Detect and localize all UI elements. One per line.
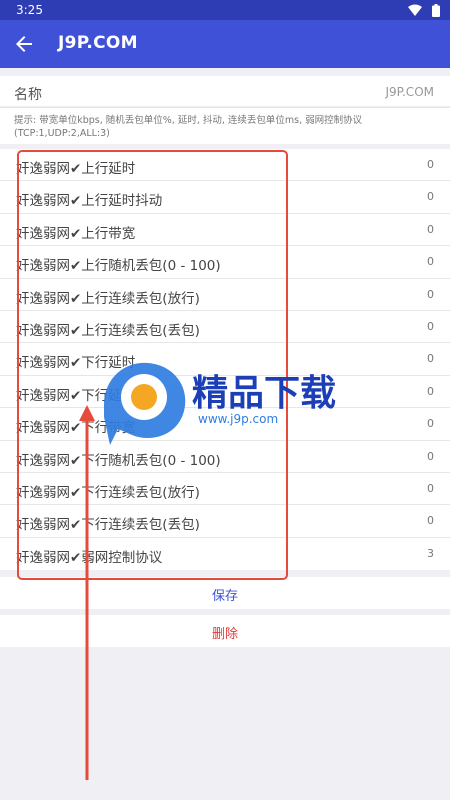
delete-button[interactable]: 删除 xyxy=(0,615,450,647)
list-item-value: 0 xyxy=(427,190,434,204)
list-item-value: 0 xyxy=(427,320,434,333)
save-button-label: 保存 xyxy=(211,589,238,604)
list-item-label: 奸逸弱网✔下行延时抖动 xyxy=(16,387,163,404)
list-item[interactable]: 奸逸弱网✔下行随机丢包(0 - 100) 0 xyxy=(0,441,450,473)
list-item-value: 0 xyxy=(427,287,434,301)
list-item[interactable]: 奸逸弱网✔上行带宽 0 xyxy=(0,214,450,247)
list-item-value: 3 xyxy=(427,546,434,560)
list-item-label: 奸逸弱网✔上行连续丢包(丢包) xyxy=(16,323,200,339)
list-item-label: 奸逸弱网✔下行延时 xyxy=(16,355,136,372)
list-item-label: 奸逸弱网✔上行延时抖动 xyxy=(16,193,163,210)
list-item-value: 0 xyxy=(427,482,434,495)
list-item[interactable]: 奸逸弱网✔上行延时抖动 0 xyxy=(0,181,450,214)
name-value[interactable]: J9P.COM xyxy=(385,85,434,99)
save-button[interactable]: 保存 xyxy=(0,577,450,609)
settings-list: 奸逸弱网✔上行延时 0 奸逸弱网✔上行延时抖动 0 奸逸弱网✔上行带宽 0 奸逸… xyxy=(0,149,450,570)
wifi-icon xyxy=(408,4,422,16)
name-field[interactable]: 名称 J9P.COM xyxy=(0,76,450,106)
delete-button-label: 删除 xyxy=(211,627,238,642)
list-item-value: 0 xyxy=(427,222,434,236)
list-item[interactable]: 奸逸弱网✔下行连续丢包(放行) 0 xyxy=(0,473,450,506)
status-bar: 3:25 xyxy=(0,0,450,20)
page-title: J9P.COM xyxy=(58,33,138,53)
list-item-value: 0 xyxy=(427,384,434,398)
list-item[interactable]: 奸逸弱网✔上行随机丢包(0 - 100) 0 xyxy=(0,246,450,279)
list-item[interactable]: 奸逸弱网✔下行带宽 0 xyxy=(0,408,450,441)
list-item-label: 奸逸弱网✔下行连续丢包(放行) xyxy=(16,485,200,501)
list-item-value: 0 xyxy=(427,449,434,463)
list-item[interactable]: 奸逸弱网✔弱网控制协议 3 xyxy=(0,538,450,570)
list-item-label: 奸逸弱网✔上行延时 xyxy=(16,161,136,177)
list-item[interactable]: 奸逸弱网✔上行连续丢包(丢包) 0 xyxy=(0,311,450,344)
list-item[interactable]: 奸逸弱网✔下行延时抖动 0 xyxy=(0,376,450,409)
list-item-value: 0 xyxy=(427,417,434,431)
list-item-label: 奸逸弱网✔下行随机丢包(0 - 100) xyxy=(16,452,221,469)
list-item[interactable]: 奸逸弱网✔下行延时 0 xyxy=(0,343,450,376)
list-item-label: 奸逸弱网✔上行随机丢包(0 - 100) xyxy=(16,258,221,275)
list-item[interactable]: 奸逸弱网✔下行连续丢包(丢包) 0 xyxy=(0,505,450,538)
name-label: 名称 xyxy=(14,87,42,103)
status-time: 3:25 xyxy=(16,3,43,17)
list-item-value: 0 xyxy=(427,158,434,171)
arrow-back-icon[interactable] xyxy=(12,32,36,56)
list-item-label: 奸逸弱网✔弱网控制协议 xyxy=(16,549,163,566)
list-item-label: 奸逸弱网✔上行带宽 xyxy=(16,225,136,242)
tip-text-panel: 提示: 带宽单位kbps, 随机丢包单位%, 延时, 抖动, 连续丢包单位ms,… xyxy=(0,107,450,144)
list-item-label: 奸逸弱网✔下行带宽 xyxy=(16,420,136,437)
list-item-label: 奸逸弱网✔上行连续丢包(放行) xyxy=(16,290,200,307)
list-item-value: 0 xyxy=(427,352,434,366)
tip-text: 提示: 带宽单位kbps, 随机丢包单位%, 延时, 抖动, 连续丢包单位ms,… xyxy=(14,115,363,139)
list-item-value: 0 xyxy=(427,255,434,269)
list-item[interactable]: 奸逸弱网✔上行连续丢包(放行) 0 xyxy=(0,279,450,311)
app-bar: J9P.COM xyxy=(0,20,450,68)
list-item-label: 奸逸弱网✔下行连续丢包(丢包) xyxy=(16,517,200,534)
battery-icon xyxy=(432,4,440,17)
list-item-value: 0 xyxy=(427,514,434,528)
list-item[interactable]: 奸逸弱网✔上行延时 0 xyxy=(0,149,450,182)
